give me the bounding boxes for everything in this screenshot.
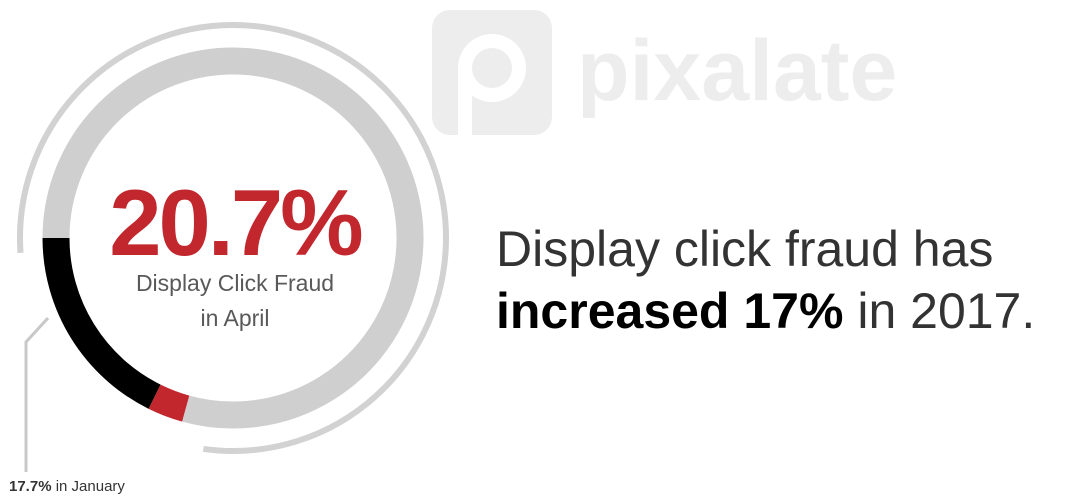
january-footnote: 17.7% in January xyxy=(9,478,125,495)
headline-line1: Display click fraud has xyxy=(496,221,994,277)
center-value: 20.7% xyxy=(109,170,364,275)
pixalate-logo-watermark: pixalate xyxy=(432,10,897,135)
headline-line2: increased 17% in 2017. xyxy=(496,280,1035,342)
headline-emphasis: increased 17% xyxy=(496,283,844,339)
headline: Display click fraud has increased 17% in… xyxy=(496,218,1035,342)
watermark-text: pixalate xyxy=(577,23,897,119)
center-label: Display Click Fraud in April xyxy=(100,266,370,335)
center-label-line2: in April xyxy=(200,304,270,331)
footnote-text: in January xyxy=(51,478,125,495)
callout-line xyxy=(24,316,50,472)
headline-rest: in 2017. xyxy=(843,283,1036,339)
donut-segment-2 xyxy=(148,384,190,422)
center-label-line1: Display Click Fraud xyxy=(135,270,335,296)
footnote-value: 17.7% xyxy=(9,478,52,495)
